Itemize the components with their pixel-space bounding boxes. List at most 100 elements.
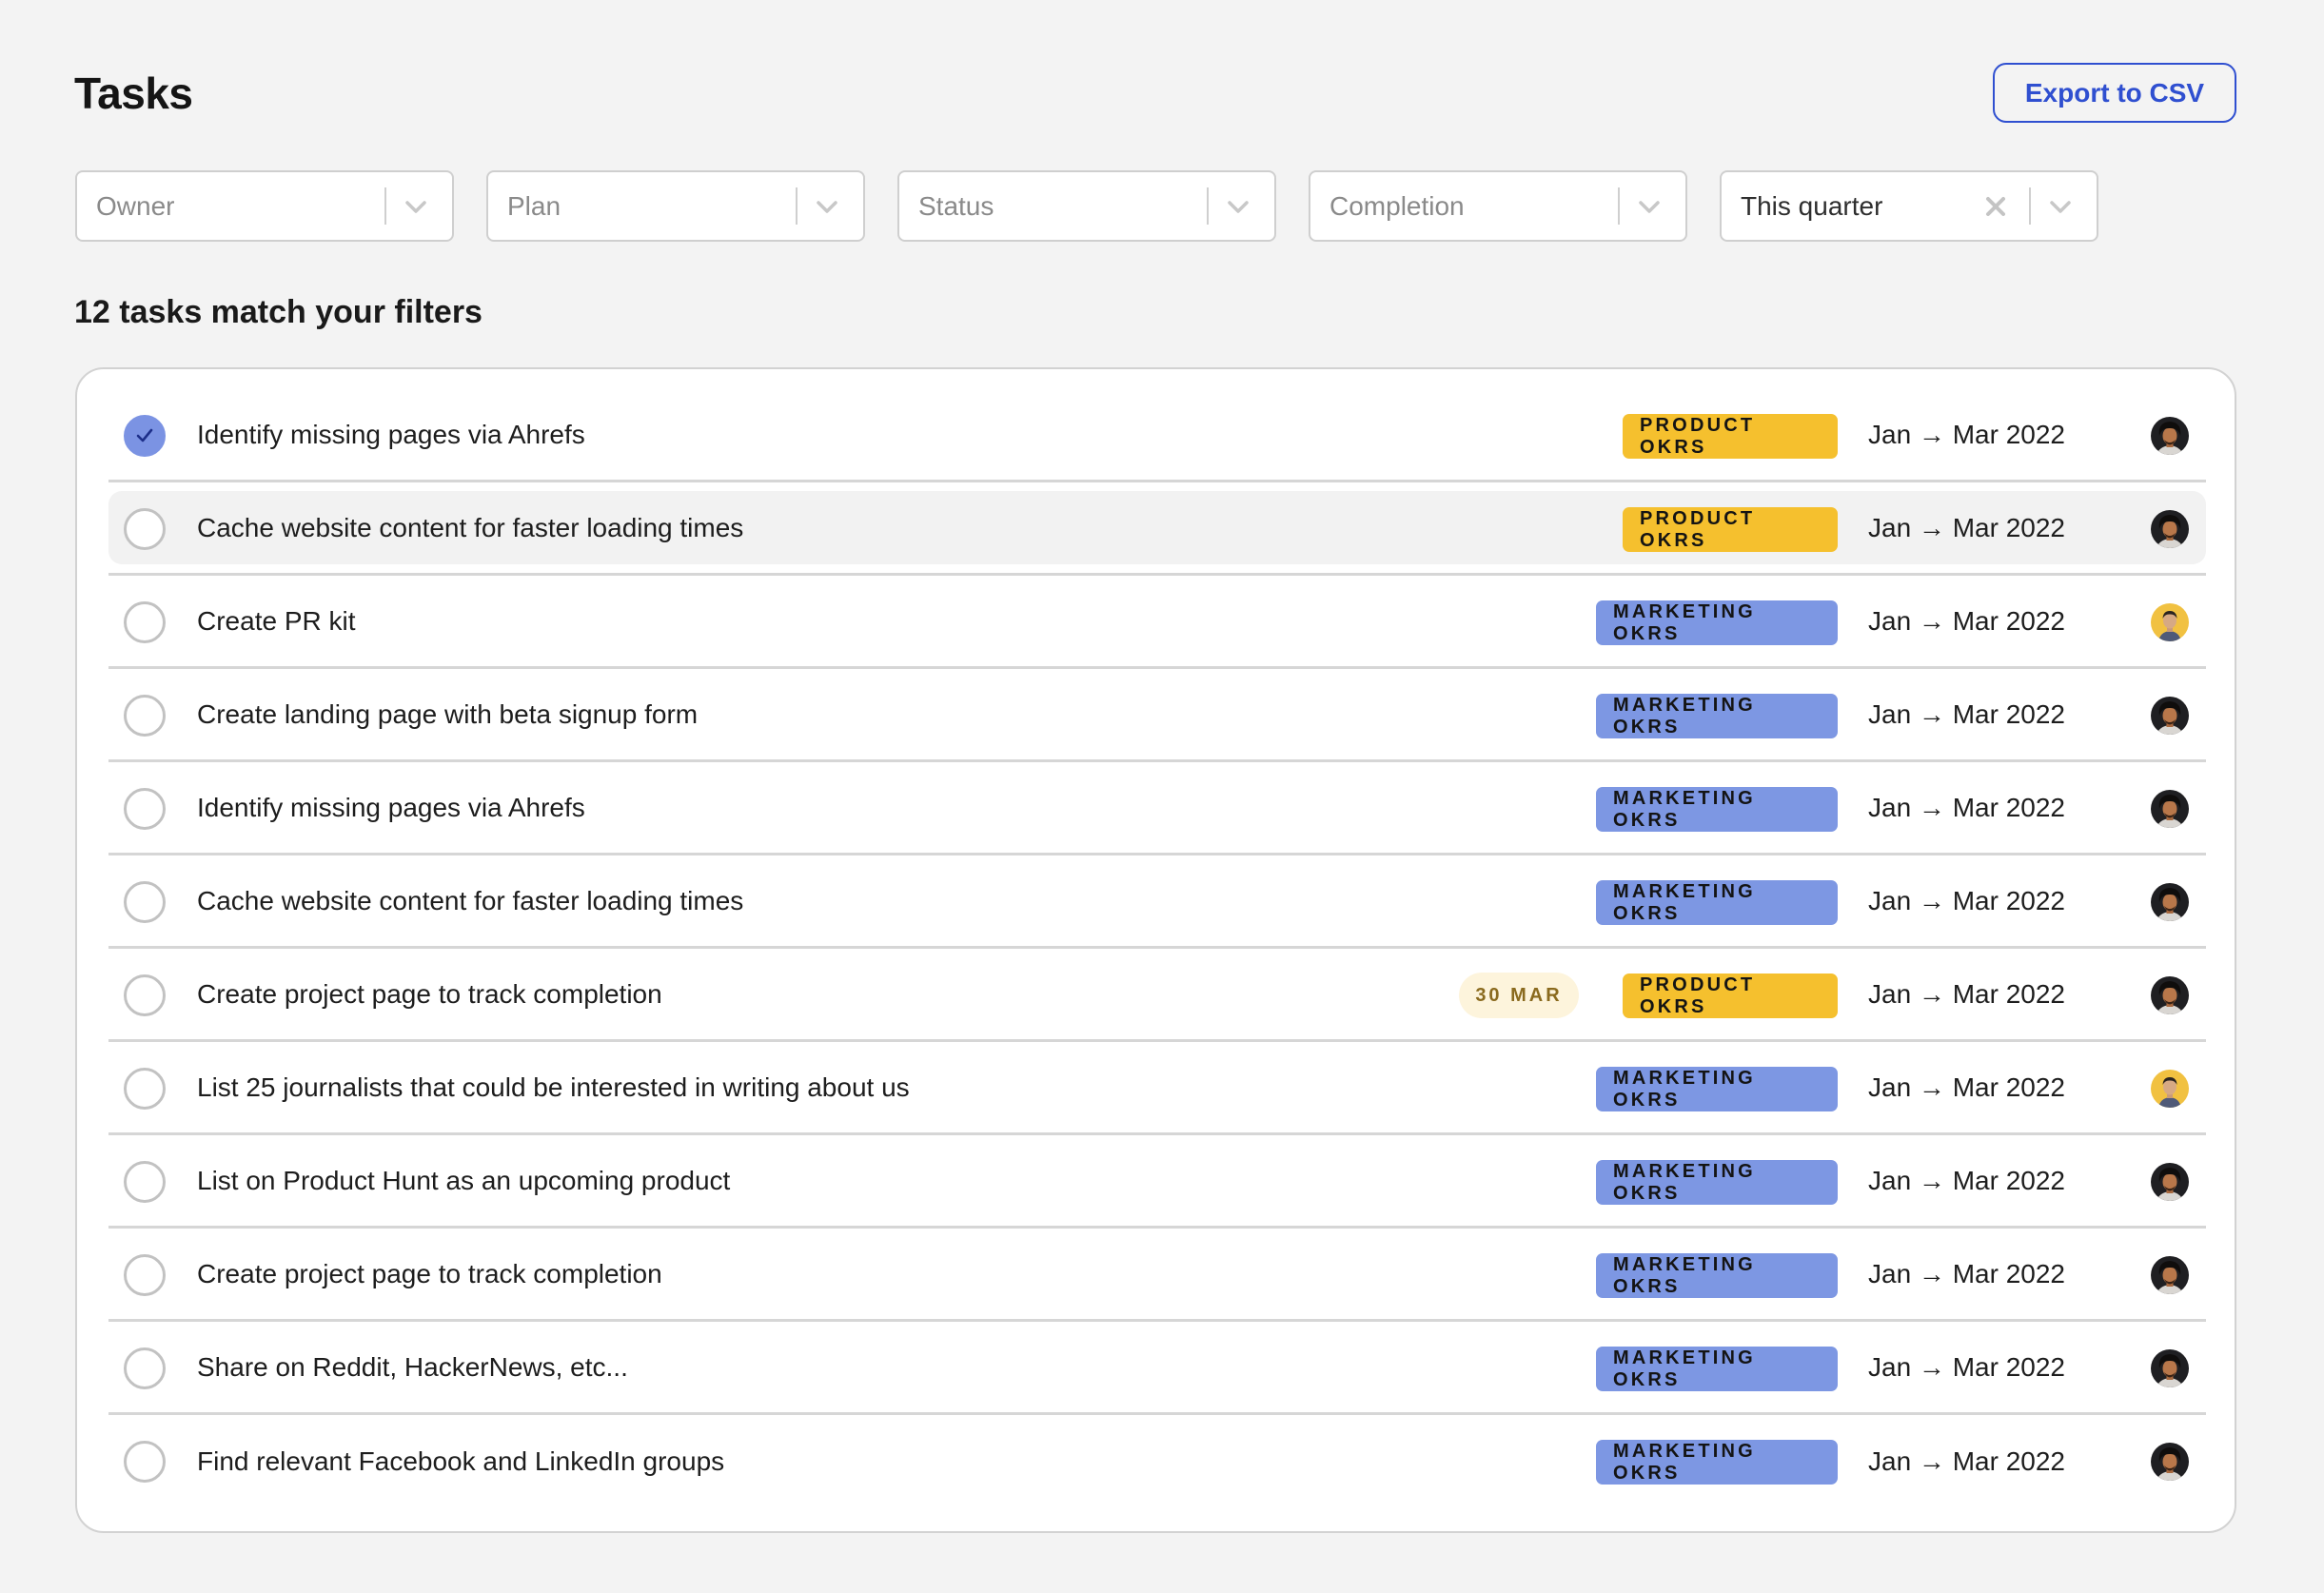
plan-tag[interactable]: PRODUCT OKRS bbox=[1623, 507, 1838, 552]
plan-tag[interactable]: MARKETING OKRS bbox=[1596, 787, 1838, 832]
plan-tag[interactable]: MARKETING OKRS bbox=[1596, 600, 1838, 645]
task-row[interactable]: List 25 journalists that could be intere… bbox=[108, 1042, 2206, 1135]
filter-divider bbox=[796, 187, 798, 225]
task-row[interactable]: Create project page to track completion M… bbox=[108, 1229, 2206, 1322]
filter-completion-select[interactable]: Completion bbox=[1309, 170, 1687, 242]
plan-tag[interactable]: MARKETING OKRS bbox=[1596, 1440, 1838, 1485]
date-range: Jan → Mar 2022 bbox=[1868, 605, 2065, 636]
chevron-down-icon[interactable] bbox=[1224, 195, 1252, 218]
chevron-down-icon[interactable] bbox=[813, 195, 841, 218]
avatar[interactable] bbox=[2151, 417, 2189, 455]
task-row[interactable]: Share on Reddit, HackerNews, etc... MARKE… bbox=[108, 1322, 2206, 1415]
date-range: Jan → Mar 2022 bbox=[1868, 792, 2065, 822]
close-icon[interactable] bbox=[1982, 193, 2009, 220]
task-row[interactable]: List on Product Hunt as an upcoming prod… bbox=[108, 1135, 2206, 1229]
task-title[interactable]: Cache website content for faster loading… bbox=[197, 886, 743, 916]
avatar[interactable] bbox=[2151, 790, 2189, 828]
task-list-card: Identify missing pages via Ahrefs PRODUCT… bbox=[75, 367, 2236, 1533]
task-row[interactable]: Identify missing pages via Ahrefs MARKETI… bbox=[108, 762, 2206, 856]
chevron-down-icon[interactable] bbox=[402, 195, 430, 218]
date-range: Jan → Mar 2022 bbox=[1868, 419, 2065, 449]
date-range: Jan → Mar 2022 bbox=[1868, 1165, 2065, 1195]
task-checkbox[interactable] bbox=[124, 1068, 166, 1110]
date-range: Jan → Mar 2022 bbox=[1868, 512, 2065, 542]
task-row[interactable]: Identify missing pages via Ahrefs PRODUCT… bbox=[108, 389, 2206, 482]
avatar[interactable] bbox=[2151, 976, 2189, 1014]
filter-plan-select[interactable]: Plan bbox=[486, 170, 865, 242]
filter-owner-select[interactable]: Owner bbox=[75, 170, 454, 242]
filter-completion-label: Completion bbox=[1329, 190, 1465, 221]
task-row[interactable]: Cache website content for faster loading… bbox=[108, 856, 2206, 949]
task-row[interactable]: Create landing page with beta signup for… bbox=[108, 669, 2206, 762]
avatar[interactable] bbox=[2151, 1163, 2189, 1201]
task-checkbox[interactable] bbox=[124, 1161, 166, 1203]
plan-tag[interactable]: MARKETING OKRS bbox=[1596, 1347, 1838, 1391]
task-title[interactable]: List on Product Hunt as an upcoming prod… bbox=[197, 1166, 730, 1196]
due-date-badge: 30 MAR bbox=[1459, 973, 1579, 1018]
plan-tag[interactable]: MARKETING OKRS bbox=[1596, 1067, 1838, 1111]
avatar[interactable] bbox=[2151, 1443, 2189, 1481]
plan-tag[interactable]: PRODUCT OKRS bbox=[1623, 414, 1838, 459]
avatar[interactable] bbox=[2151, 1349, 2189, 1387]
filter-plan-label: Plan bbox=[507, 190, 561, 221]
date-range: Jan → Mar 2022 bbox=[1868, 1258, 2065, 1288]
filter-bar: Owner Plan Status Completion This quarter bbox=[75, 170, 2098, 242]
date-range: Jan → Mar 2022 bbox=[1868, 1072, 2065, 1102]
plan-tag[interactable]: MARKETING OKRS bbox=[1596, 880, 1838, 925]
task-checkbox[interactable] bbox=[124, 974, 166, 1016]
task-checkbox[interactable] bbox=[124, 1347, 166, 1389]
filter-status-label: Status bbox=[918, 190, 995, 221]
task-list: Identify missing pages via Ahrefs PRODUCT… bbox=[108, 389, 2206, 1508]
task-row[interactable]: Create project page to track completion 3… bbox=[108, 949, 2206, 1042]
date-range: Jan → Mar 2022 bbox=[1868, 885, 2065, 915]
task-checkbox[interactable] bbox=[124, 508, 166, 550]
avatar[interactable] bbox=[2151, 1256, 2189, 1294]
avatar[interactable] bbox=[2151, 510, 2189, 548]
task-row[interactable]: Create PR kit MARKETING OKRS Jan → Mar 202… bbox=[108, 576, 2206, 669]
chevron-down-icon[interactable] bbox=[1635, 195, 1664, 218]
date-range: Jan → Mar 2022 bbox=[1868, 978, 2065, 1009]
plan-tag[interactable]: PRODUCT OKRS bbox=[1623, 974, 1838, 1018]
avatar[interactable] bbox=[2151, 603, 2189, 641]
chevron-down-icon[interactable] bbox=[2046, 195, 2075, 218]
task-title[interactable]: Share on Reddit, HackerNews, etc... bbox=[197, 1352, 628, 1383]
filter-divider bbox=[384, 187, 386, 225]
plan-tag[interactable]: MARKETING OKRS bbox=[1596, 694, 1838, 738]
filter-divider bbox=[2029, 187, 2031, 225]
task-title[interactable]: Create PR kit bbox=[197, 606, 356, 637]
avatar[interactable] bbox=[2151, 697, 2189, 735]
filter-divider bbox=[1207, 187, 1209, 225]
date-range: Jan → Mar 2022 bbox=[1868, 1351, 2065, 1382]
task-row[interactable]: Cache website content for faster loading… bbox=[108, 482, 2206, 576]
date-range: Jan → Mar 2022 bbox=[1868, 1446, 2065, 1476]
plan-tag[interactable]: MARKETING OKRS bbox=[1596, 1160, 1838, 1205]
task-checkbox[interactable] bbox=[124, 881, 166, 923]
task-row[interactable]: Find relevant Facebook and LinkedIn grou… bbox=[108, 1415, 2206, 1508]
date-range: Jan → Mar 2022 bbox=[1868, 698, 2065, 729]
task-checkbox[interactable] bbox=[124, 788, 166, 830]
filter-divider bbox=[1618, 187, 1620, 225]
plan-tag[interactable]: MARKETING OKRS bbox=[1596, 1253, 1838, 1298]
result-count: 12 tasks match your filters bbox=[74, 294, 483, 330]
filter-period-label: This quarter bbox=[1741, 190, 1883, 221]
task-checkbox[interactable] bbox=[124, 601, 166, 643]
task-checkbox-checked[interactable] bbox=[124, 415, 166, 457]
task-checkbox[interactable] bbox=[124, 1254, 166, 1296]
task-title[interactable]: List 25 journalists that could be intere… bbox=[197, 1072, 910, 1103]
avatar[interactable] bbox=[2151, 1070, 2189, 1108]
page-title: Tasks bbox=[74, 69, 193, 118]
task-title[interactable]: Identify missing pages via Ahrefs bbox=[197, 420, 585, 450]
avatar[interactable] bbox=[2151, 883, 2189, 921]
task-title[interactable]: Create project page to track completion bbox=[197, 1259, 662, 1289]
task-title[interactable]: Identify missing pages via Ahrefs bbox=[197, 793, 585, 823]
filter-owner-label: Owner bbox=[96, 190, 175, 221]
task-checkbox[interactable] bbox=[124, 1441, 166, 1483]
filter-status-select[interactable]: Status bbox=[897, 170, 1276, 242]
task-title[interactable]: Find relevant Facebook and LinkedIn grou… bbox=[197, 1446, 724, 1477]
task-title[interactable]: Cache website content for faster loading… bbox=[197, 513, 743, 543]
export-csv-button[interactable]: Export to CSV bbox=[1993, 63, 2236, 123]
task-title[interactable]: Create landing page with beta signup for… bbox=[197, 699, 698, 730]
filter-period-select[interactable]: This quarter bbox=[1720, 170, 2098, 242]
task-checkbox[interactable] bbox=[124, 695, 166, 737]
task-title[interactable]: Create project page to track completion bbox=[197, 979, 662, 1010]
